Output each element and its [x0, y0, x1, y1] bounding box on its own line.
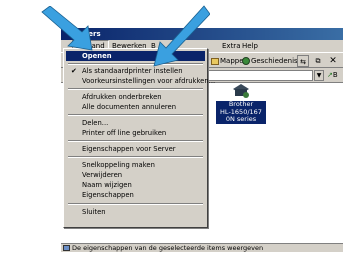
- go-arrow-icon: ↗: [327, 71, 333, 79]
- menu-item-cancel-all[interactable]: Alle documenten annuleren: [66, 102, 205, 112]
- go-button[interactable]: ↗B: [327, 71, 338, 79]
- menu-item-create-shortcut[interactable]: Snelkoppeling maken: [66, 160, 205, 170]
- address-dropdown-icon[interactable]: ▼: [314, 70, 324, 81]
- menu-separator: [68, 140, 203, 142]
- menu-help[interactable]: Help: [239, 40, 261, 52]
- printer-icon: [231, 83, 251, 99]
- menu-item-printing-preferences[interactable]: Voorkeursinstellingen voor afdrukken...: [66, 76, 215, 86]
- status-icon: [63, 245, 70, 251]
- pointer-arrow-left: [41, 6, 93, 51]
- history-button[interactable]: Geschiedenis: [242, 55, 298, 67]
- menu-item-use-offline[interactable]: Printer off line gebruiken: [66, 128, 205, 138]
- menu-separator: [68, 156, 203, 158]
- menu-item-rename[interactable]: Naam wijzigen: [66, 180, 205, 190]
- menu-item-close[interactable]: Sluiten: [66, 207, 205, 217]
- copy-to-icon[interactable]: ⧉: [312, 55, 324, 67]
- history-icon: [242, 57, 250, 65]
- delete-icon[interactable]: ✕: [327, 55, 339, 67]
- file-menu-dropdown: Openen ✔ Als standaardprinter instellen V…: [63, 48, 215, 228]
- printer-item-brother[interactable]: Brother HL-1650/167 0N series: [216, 83, 266, 124]
- checkmark-icon: ✔: [71, 67, 77, 75]
- folders-icon: [211, 57, 219, 65]
- menu-item-server-properties[interactable]: Eigenschappen voor Server: [66, 144, 205, 154]
- menu-item-pause-printing[interactable]: Afdrukken onderbreken: [66, 92, 205, 102]
- menu-separator: [68, 203, 203, 205]
- menu-item-properties[interactable]: Eigenschappen: [66, 190, 205, 200]
- menu-separator: [68, 88, 203, 90]
- printer-name-line3: 0N series: [216, 115, 266, 124]
- pointer-arrow-right: [153, 5, 210, 67]
- menu-item-share[interactable]: Delen...: [66, 118, 205, 128]
- menu-separator: [68, 114, 203, 116]
- move-to-icon[interactable]: ⇆: [297, 55, 309, 67]
- menu-item-delete[interactable]: Verwijderen: [66, 170, 205, 180]
- history-label: Geschiedenis: [251, 57, 298, 65]
